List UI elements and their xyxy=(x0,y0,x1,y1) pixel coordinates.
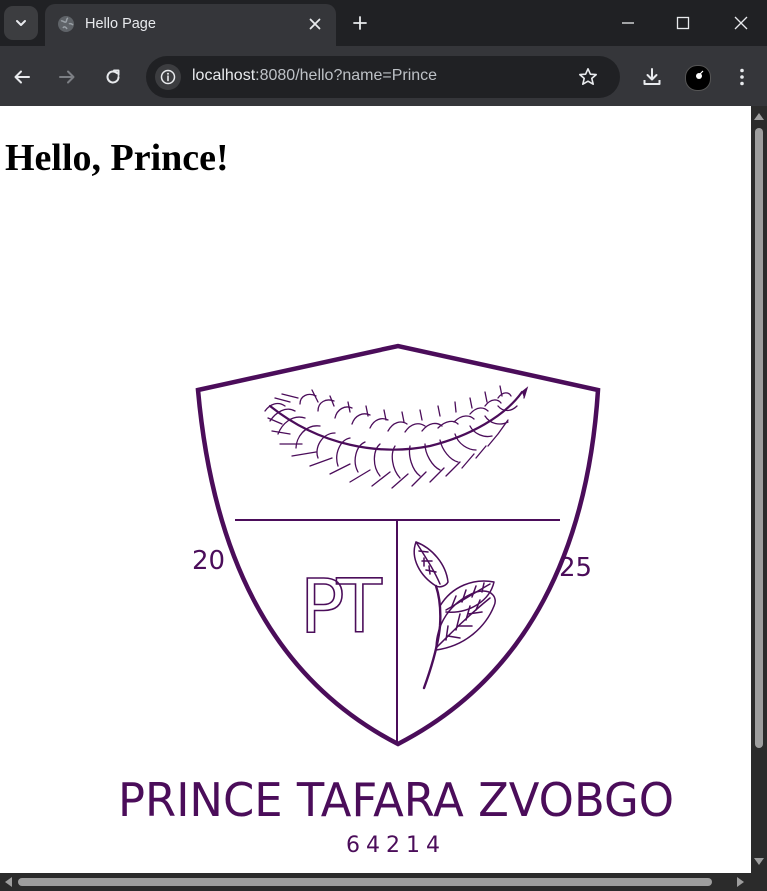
vertical-scrollbar[interactable] xyxy=(751,106,767,873)
scroll-up-arrow-icon[interactable] xyxy=(754,112,764,120)
leaf-sprig-icon xyxy=(413,541,496,690)
fern-icon xyxy=(264,385,529,489)
tab-search-button[interactable] xyxy=(4,6,38,40)
profile-avatar[interactable] xyxy=(685,65,711,91)
tab-close-button[interactable] xyxy=(306,15,324,33)
maximize-icon xyxy=(676,16,690,30)
tab-title: Hello Page xyxy=(85,16,156,32)
kebab-menu-icon xyxy=(740,68,744,86)
forward-button[interactable] xyxy=(54,64,80,90)
scroll-right-arrow-icon[interactable] xyxy=(737,877,745,887)
download-icon xyxy=(643,68,661,85)
scroll-left-arrow-icon[interactable] xyxy=(4,877,12,887)
avatar-icon xyxy=(696,70,704,79)
globe-icon xyxy=(58,16,74,32)
crest-logo: 20 25 PT PRINCE TAFARA ZVOBGO 64214 xyxy=(118,343,674,858)
plus-icon xyxy=(353,16,367,30)
site-info-button[interactable] xyxy=(155,64,181,90)
info-icon xyxy=(160,69,176,85)
url-text[interactable]: localhost:8080/hello?name=Prince xyxy=(192,67,437,85)
minimize-icon xyxy=(622,22,634,24)
page-viewport: Hello, Prince! 20 25 PT PRINCE TAFARA ZV… xyxy=(0,106,751,873)
url-path: :8080/hello?name=Prince xyxy=(255,67,438,84)
reload-icon xyxy=(106,69,120,84)
horizontal-scrollbar[interactable] xyxy=(0,873,767,891)
browser-menu-button[interactable] xyxy=(729,64,755,90)
tab-strip: Hello Page xyxy=(0,0,767,46)
crest-name: PRINCE TAFARA ZVOBGO xyxy=(118,773,674,827)
close-icon xyxy=(309,18,321,30)
scroll-down-arrow-icon[interactable] xyxy=(754,858,764,866)
downloads-button[interactable] xyxy=(639,64,665,90)
arrow-right-icon xyxy=(59,70,75,84)
url-host: localhost xyxy=(192,67,256,84)
active-tab[interactable]: Hello Page xyxy=(45,4,336,46)
close-icon xyxy=(734,16,748,30)
new-tab-button[interactable] xyxy=(349,12,371,34)
back-button[interactable] xyxy=(9,64,35,90)
arrow-left-icon xyxy=(14,70,30,84)
minimize-button[interactable] xyxy=(615,10,641,36)
window-close-button[interactable] xyxy=(728,10,754,36)
crest-year-right: 25 xyxy=(559,553,592,583)
chevron-down-icon xyxy=(16,20,26,26)
reload-button[interactable] xyxy=(100,64,126,90)
bookmark-button[interactable] xyxy=(577,66,599,88)
address-bar[interactable]: localhost:8080/hello?name=Prince xyxy=(146,56,620,98)
crest-number: 64214 xyxy=(346,833,446,858)
crest-monogram: PT xyxy=(300,564,383,650)
maximize-button[interactable] xyxy=(670,10,696,36)
horizontal-scrollbar-thumb[interactable] xyxy=(18,878,712,886)
vertical-scrollbar-thumb[interactable] xyxy=(755,128,763,748)
browser-toolbar: localhost:8080/hello?name=Prince xyxy=(0,46,767,106)
star-icon xyxy=(579,68,597,85)
crest-year-left: 20 xyxy=(192,546,225,576)
